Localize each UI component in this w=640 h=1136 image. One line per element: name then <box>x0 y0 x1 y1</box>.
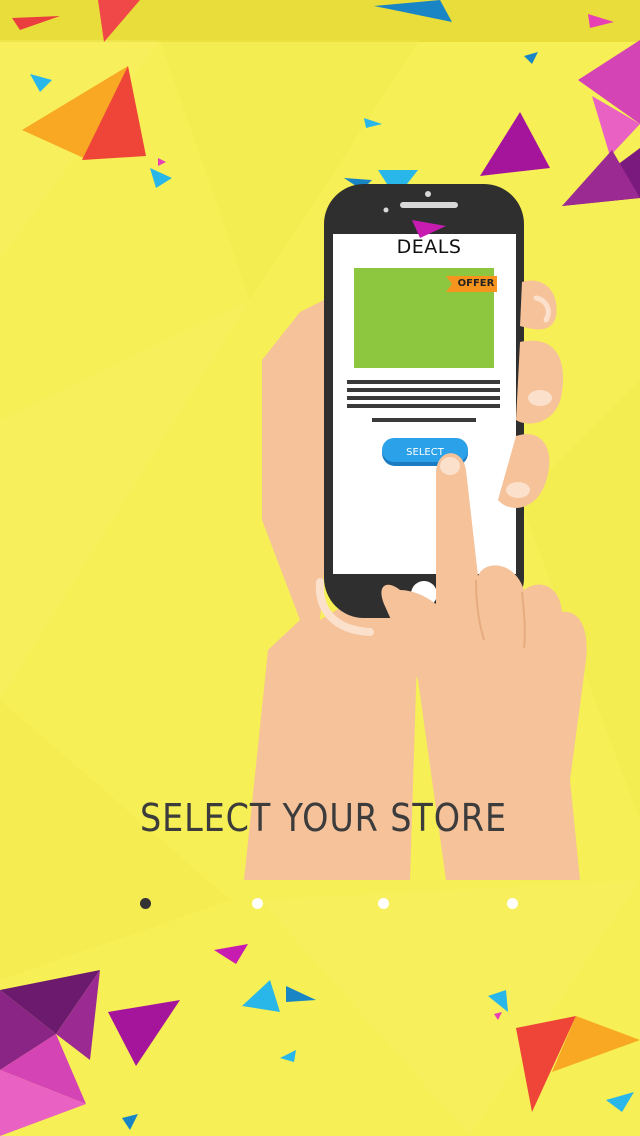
phone-select-button-label: SELECT <box>406 447 444 458</box>
page-indicator-dot-2[interactable] <box>252 898 263 909</box>
onboarding-title: SELECT YOUR STORE <box>139 796 508 840</box>
page-indicator-dot-4[interactable] <box>507 898 518 909</box>
page-indicator-dot-3[interactable] <box>378 898 389 909</box>
phone-screen-title: DEALS <box>396 236 462 258</box>
offer-badge: OFFER <box>457 278 495 289</box>
page-indicator-dot-1[interactable] <box>140 898 151 909</box>
onboarding-illustration <box>0 0 640 1136</box>
